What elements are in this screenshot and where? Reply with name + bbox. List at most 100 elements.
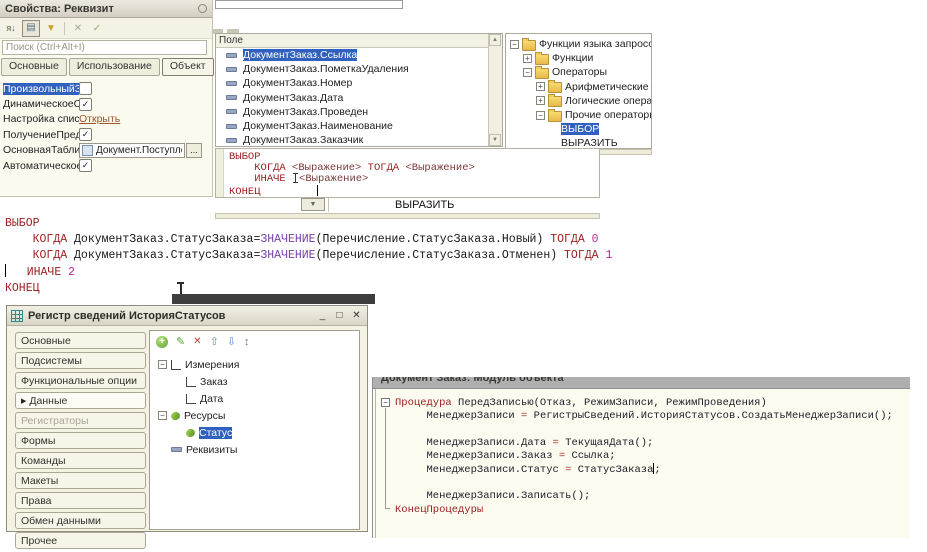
search-input[interactable] — [2, 40, 207, 55]
move-up-icon[interactable]: ⇧ — [210, 336, 219, 348]
fold-collapse-icon[interactable]: − — [381, 398, 390, 407]
code-seg: Процедура — [395, 397, 452, 409]
set-order-icon[interactable]: ↕ — [244, 336, 250, 348]
dropdown-button[interactable]: ▼ — [301, 198, 325, 211]
folder-icon — [548, 82, 562, 93]
field-list-item[interactable]: ДокументЗаказ.Номер — [216, 76, 489, 90]
tree-item[interactable]: −Функции языка запросов — [506, 37, 651, 51]
ref-field[interactable]: Документ.Поступле — [79, 143, 185, 158]
delete-icon[interactable]: ✕ — [193, 336, 201, 348]
property-row[interactable]: ДинамическоеСчи✓ — [3, 96, 209, 111]
maximize-button[interactable]: □ — [333, 308, 346, 324]
register-tab[interactable]: Основные — [15, 332, 146, 349]
dimension-icon — [186, 377, 196, 387]
open-link[interactable]: Открыть — [79, 113, 120, 125]
add-icon[interactable]: + — [156, 336, 168, 348]
register-tree-item[interactable]: Дата — [150, 390, 359, 407]
snippet-editor[interactable]: ВЫБОР КОГДА <Выражение> ТОГДА <Выражение… — [215, 148, 600, 198]
field-list[interactable]: ДокументЗаказ.СсылкаДокументЗаказ.Пометк… — [216, 48, 489, 146]
field-list-item[interactable]: ДокументЗаказ.Проведен — [216, 105, 489, 119]
register-tab[interactable]: Макеты — [15, 472, 146, 489]
checkbox[interactable]: ✓ — [79, 159, 92, 172]
code-seg: МенеджерЗаписи.Заказ — [395, 450, 559, 462]
props-tab[interactable]: Основные — [1, 58, 67, 76]
categorize-icon[interactable]: ▤ — [22, 20, 40, 37]
expander-icon[interactable]: − — [523, 68, 532, 77]
property-row[interactable]: ПолучениеПредст✓ — [3, 127, 209, 142]
tree-item[interactable]: −Операторы — [506, 65, 651, 79]
field-list-item[interactable]: ДокументЗаказ.Дата — [216, 91, 489, 105]
expander-icon[interactable]: + — [536, 96, 545, 105]
register-tab[interactable]: Функциональные опции — [15, 372, 146, 389]
checkbox[interactable]: ✓ — [79, 128, 92, 141]
field-list-item[interactable]: ДокументЗаказ.Наименование — [216, 119, 489, 133]
register-tree[interactable]: −ИзмеренияЗаказДата−РесурсыСтатусРеквизи… — [150, 356, 359, 458]
expander-icon[interactable]: − — [158, 360, 167, 369]
register-tree-item[interactable]: −Ресурсы — [150, 407, 359, 424]
code-line — [395, 423, 893, 436]
field-icon — [226, 109, 237, 114]
expander-icon[interactable]: − — [536, 111, 545, 120]
field-list-item[interactable]: ДокументЗаказ.ПометкаУдаления — [216, 62, 489, 76]
code-seg: <Выражение> — [292, 162, 361, 174]
query-code-editor[interactable]: ВЫБОР КОГДА ДокументЗаказ.СтатусЗаказа=З… — [5, 216, 645, 300]
property-row[interactable]: ПроизвольныйЗа — [3, 81, 209, 96]
register-tree-item[interactable]: Статус — [150, 424, 359, 441]
props-tab[interactable]: Использование — [69, 58, 160, 76]
register-tab[interactable]: Команды — [15, 452, 146, 469]
ref-more-button[interactable]: ... — [186, 143, 202, 158]
field-scrollbar[interactable]: ▲ ▼ — [488, 34, 502, 146]
code-seg: (Перечисление.СтатусЗаказа.Отменен) — [316, 249, 564, 262]
register-tree-item[interactable]: Реквизиты — [150, 441, 359, 458]
register-tab[interactable]: Регистраторы — [15, 412, 146, 429]
clear-icon[interactable]: ✕ — [70, 21, 86, 36]
props-tab[interactable]: Объект — [162, 58, 214, 76]
code-seg — [5, 249, 33, 262]
code-line: ВЫБОР — [5, 216, 645, 232]
register-tab[interactable]: Обмен данными — [15, 512, 146, 529]
tree-item[interactable]: +Арифметические операторы — [506, 80, 651, 94]
checkbox[interactable]: ✓ — [79, 98, 92, 111]
property-row[interactable]: ОсновнаяТаблицаДокумент.Поступле... — [3, 143, 209, 158]
scroll-down-icon[interactable]: ▼ — [489, 134, 501, 146]
tree-item[interactable]: +Функции — [506, 51, 651, 65]
tree-item[interactable]: −Прочие операторы — [506, 108, 651, 122]
expander-icon[interactable]: − — [158, 411, 167, 420]
module-title-bar[interactable]: Документ Заказ: Модуль объекта — [373, 377, 910, 389]
property-row[interactable]: АвтоматическоеС✓ — [3, 158, 209, 173]
close-button[interactable]: ✕ — [350, 308, 363, 324]
field-list-item[interactable]: ДокументЗаказ.Ссылка — [216, 48, 489, 62]
register-tab[interactable]: Формы — [15, 432, 146, 449]
register-tab[interactable]: Подсистемы — [15, 352, 146, 369]
property-row[interactable]: Настройка спискаОткрыть — [3, 112, 209, 127]
minimize-button[interactable]: _ — [316, 308, 329, 324]
properties-title-bar[interactable]: Свойства: Реквизит — [0, 0, 212, 18]
footer-item-label[interactable]: ВЫРАЗИТЬ — [395, 199, 454, 211]
register-tab[interactable]: ▶Данные — [15, 392, 146, 409]
edit-icon[interactable]: ✎ — [176, 336, 185, 348]
checkbox[interactable] — [79, 82, 92, 95]
tree-item[interactable]: +Логические операторы — [506, 94, 651, 108]
pin-icon[interactable] — [198, 4, 207, 13]
expander-icon[interactable]: + — [536, 82, 545, 91]
tree-item[interactable]: ВЫБОР — [506, 122, 651, 136]
code-seg: ЗНАЧЕНИЕ — [260, 233, 315, 246]
apply-icon[interactable]: ✓ — [89, 21, 105, 36]
module-code-editor[interactable]: Процедура ПередЗаписью(Отказ, РежимЗапис… — [395, 397, 893, 517]
field-list-item[interactable]: ДокументЗаказ.Заказчик — [216, 133, 489, 146]
query-functions-tree[interactable]: −Функции языка запросов+Функции−Оператор… — [505, 33, 652, 149]
scroll-up-icon[interactable]: ▲ — [489, 34, 501, 46]
code-seg — [261, 186, 318, 198]
register-tree-item[interactable]: Заказ — [150, 373, 359, 390]
expander-icon[interactable]: − — [510, 40, 519, 49]
filter-icon[interactable]: ▼ — [43, 21, 59, 36]
move-down-icon[interactable]: ⇩ — [227, 336, 236, 348]
register-tab[interactable]: Прочее — [15, 532, 146, 549]
code-line: ИНАЧЕ <Выражение> — [229, 173, 475, 185]
register-tree-item[interactable]: −Измерения — [150, 356, 359, 373]
sort-az-icon[interactable]: я↓ — [3, 21, 19, 36]
fold-end — [385, 508, 390, 509]
window-title-bar[interactable]: Регистр сведений ИсторияСтатусов _□✕ — [7, 306, 367, 326]
register-tab[interactable]: Права — [15, 492, 146, 509]
expander-icon[interactable]: + — [523, 54, 532, 63]
